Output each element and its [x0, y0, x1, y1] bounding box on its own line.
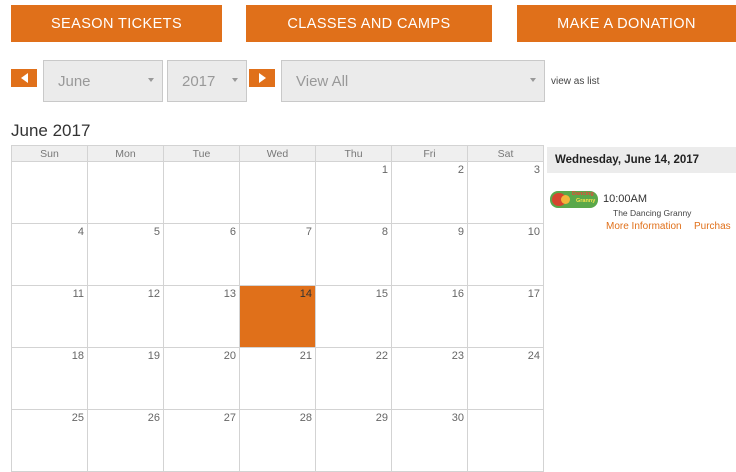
calendar-day-cell[interactable]: 30 — [391, 409, 468, 472]
weekday-header: Thu — [315, 145, 392, 162]
weekday-header: Sat — [467, 145, 544, 162]
calendar-week-row: 18 19 20 21 22 23 24 — [11, 347, 544, 410]
thumb-text-1: Dancing — [572, 191, 594, 197]
month-select-value: June — [58, 72, 91, 90]
calendar-empty-cell — [11, 161, 88, 224]
calendar-grid: Sun Mon Tue Wed Thu Fri Sat 1 2 3 4 5 6 7 8 9 10 11 12 13 1… — [11, 145, 544, 472]
next-month-button[interactable] — [249, 69, 275, 87]
thumb-text-2: Granny — [576, 198, 596, 204]
calendar-day-cell[interactable]: 11 — [11, 285, 88, 348]
calendar-day-cell[interactable]: 12 — [87, 285, 164, 348]
calendar-day-cell[interactable]: 20 — [163, 347, 240, 410]
view-filter-value: View All — [296, 72, 349, 90]
calendar-week-row: 25 26 27 28 29 30 — [11, 409, 544, 472]
weekday-header: Fri — [391, 145, 468, 162]
calendar-day-cell[interactable]: 16 — [391, 285, 468, 348]
event-name: The Dancing Granny — [613, 208, 692, 218]
calendar-day-cell[interactable]: 21 — [239, 347, 316, 410]
calendar-day-cell[interactable]: 1 — [315, 161, 392, 224]
more-information-link[interactable]: More Information — [606, 221, 682, 232]
weekday-header: Sun — [11, 145, 88, 162]
calendar-day-cell[interactable]: 18 — [11, 347, 88, 410]
calendar-day-cell[interactable]: 23 — [391, 347, 468, 410]
calendar-day-cell[interactable]: 17 — [467, 285, 544, 348]
weekday-header: Tue — [163, 145, 240, 162]
arrow-left-icon — [20, 73, 28, 83]
classes-and-camps-button[interactable]: CLASSES AND CAMPS — [246, 5, 492, 42]
weekday-header: Wed — [239, 145, 316, 162]
calendar-day-cell[interactable]: 6 — [163, 223, 240, 286]
calendar-day-cell[interactable]: 24 — [467, 347, 544, 410]
year-select-value: 2017 — [182, 72, 216, 90]
previous-month-button[interactable] — [11, 69, 37, 87]
view-filter-select[interactable]: View All — [281, 60, 545, 102]
chevron-down-icon — [530, 78, 536, 82]
arrow-right-icon — [258, 73, 266, 83]
year-select[interactable]: 2017 — [167, 60, 247, 102]
calendar-day-cell[interactable]: 22 — [315, 347, 392, 410]
calendar-day-cell[interactable]: 3 — [467, 161, 544, 224]
calendar-day-cell[interactable]: 26 — [87, 409, 164, 472]
calendar-day-cell[interactable]: 19 — [87, 347, 164, 410]
calendar-empty-cell — [163, 161, 240, 224]
calendar-day-cell[interactable]: 4 — [11, 223, 88, 286]
calendar-day-cell[interactable]: 10 — [467, 223, 544, 286]
calendar-day-cell[interactable]: 7 — [239, 223, 316, 286]
calendar-day-cell[interactable]: 29 — [315, 409, 392, 472]
calendar-day-cell[interactable]: 25 — [11, 409, 88, 472]
calendar-day-cell[interactable]: 14 — [239, 285, 316, 348]
calendar-day-cell[interactable]: 15 — [315, 285, 392, 348]
chevron-down-icon — [148, 78, 154, 82]
calendar-empty-cell — [467, 409, 544, 472]
calendar-day-cell[interactable]: 27 — [163, 409, 240, 472]
calendar-week-row: 123 — [11, 161, 544, 224]
calendar-day-cell[interactable]: 9 — [391, 223, 468, 286]
calendar-empty-cell — [239, 161, 316, 224]
calendar-day-cell[interactable]: 8 — [315, 223, 392, 286]
calendar-day-cell[interactable]: 2 — [391, 161, 468, 224]
calendar-empty-cell — [87, 161, 164, 224]
calendar-day-cell[interactable]: 5 — [87, 223, 164, 286]
season-tickets-button[interactable]: SEASON TICKETS — [11, 5, 222, 42]
weekday-header: Mon — [87, 145, 164, 162]
event-time: 10:00AM — [603, 193, 648, 205]
calendar-title: June 2017 — [11, 121, 91, 140]
calendar-week-row: 11 12 13 14 15 16 17 — [11, 285, 544, 348]
make-a-donation-button[interactable]: MAKE A DONATION — [517, 5, 736, 42]
selected-date-heading: Wednesday, June 14, 2017 — [547, 147, 736, 173]
month-select[interactable]: June — [43, 60, 163, 102]
purchase-link[interactable]: Purchas — [694, 221, 731, 232]
event-thumbnail[interactable]: Dancing Granny — [550, 191, 598, 208]
calendar-day-cell[interactable]: 13 — [163, 285, 240, 348]
calendar-week-row: 4 5 6 7 8 9 10 — [11, 223, 544, 286]
chevron-down-icon — [232, 78, 238, 82]
view-as-list-link[interactable]: view as list — [551, 76, 599, 87]
calendar-day-cell[interactable]: 28 — [239, 409, 316, 472]
